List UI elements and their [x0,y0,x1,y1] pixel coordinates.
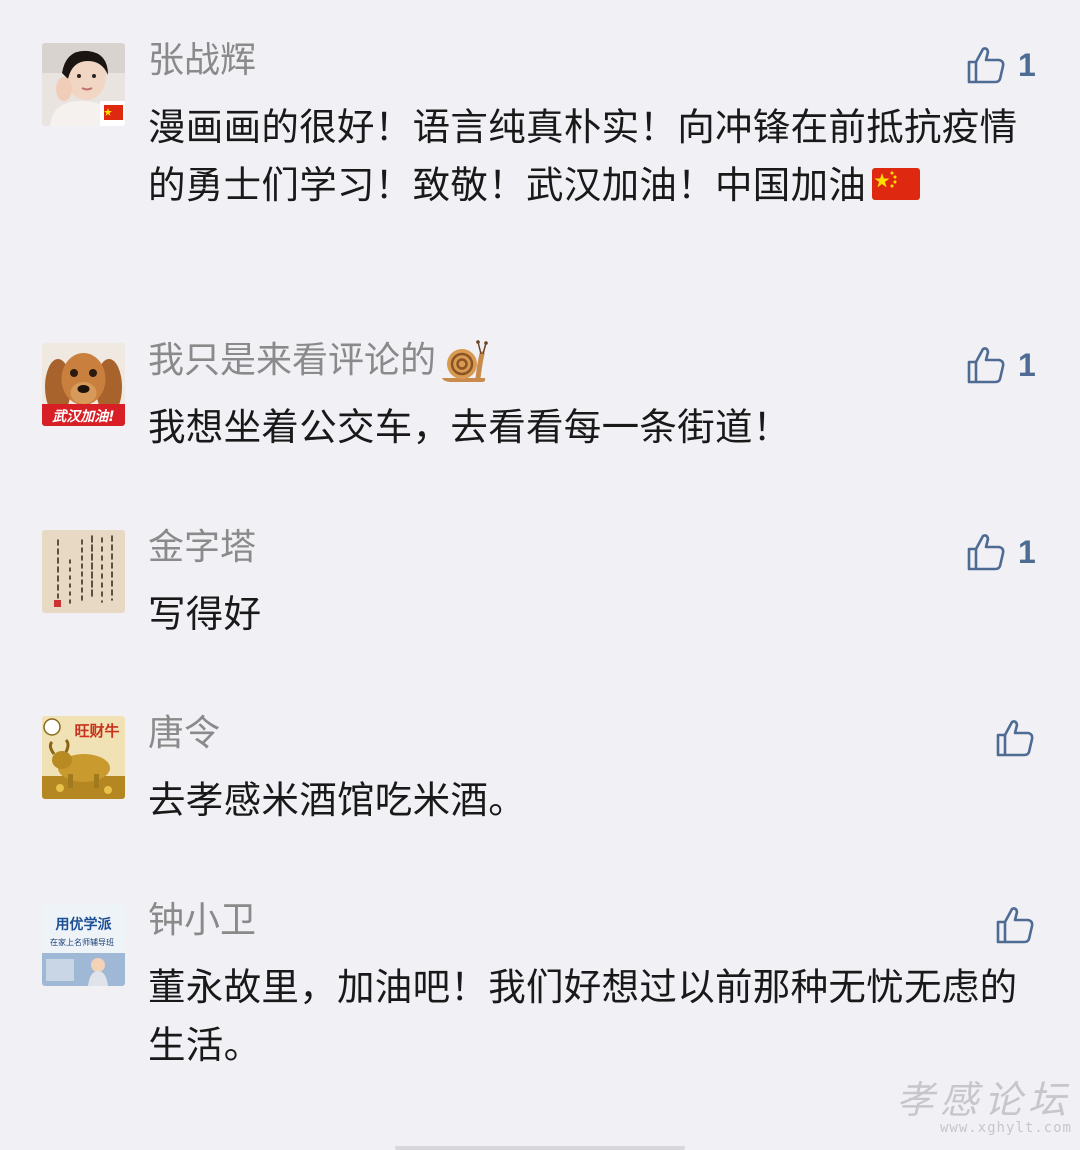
like-count: 1 [1018,533,1036,570]
watermark-url: www.xghylt.com [939,1120,1072,1136]
thumbs-up-icon [967,534,1005,571]
avatar[interactable]: 用优学派 在家上名师辅导班 [42,903,125,986]
avatar-sublabel: 在家上名师辅导班 [50,937,114,947]
thumbs-up-icon [967,47,1005,84]
golden-bull-avatar-icon: 旺财牛 [42,716,125,799]
thumbs-up-icon [996,720,1034,757]
like-button[interactable] [995,903,1047,947]
watermark-title: 孝感论坛 [895,1078,1072,1122]
education-ad-avatar-icon: 用优学派 在家上名师辅导班 [42,903,125,986]
avatar-label: 旺财牛 [74,722,119,740]
snail-emoji-icon [440,340,488,384]
comment-text: 我想坐着公交车，去看看每一条街道！ [148,405,791,449]
comments-page: 张战辉 1 漫画画的很好！语言纯真朴实！向冲锋在前抵抗疫情的勇士们学习！致敬！武… [0,0,1080,1150]
like-button[interactable] [995,716,1047,760]
thumbs-up-icon [967,347,1005,384]
comment-author[interactable]: 钟小卫 [148,899,256,943]
like-count: 1 [1018,46,1036,83]
person-avatar-icon [42,43,125,126]
comment-author-name: 我只是来看评论的 [148,340,437,381]
like-count: 1 [1018,346,1036,383]
china-flag-icon [872,168,921,200]
comment-author[interactable]: 张战辉 [148,39,256,83]
calligraphy-avatar-icon [42,530,125,613]
comment-text: 漫画画的很好！语言纯真朴实！向冲锋在前抵抗疫情的勇士们学习！致敬！武汉加油！中国… [148,99,1038,214]
comment-author[interactable]: 金字塔 [148,526,256,570]
avatar[interactable] [42,43,125,126]
like-button[interactable]: 1 [966,343,1036,387]
dog-avatar-icon: 武汉加油! [42,343,125,426]
scroll-indicator [395,1146,685,1150]
avatar-label: 用优学派 [56,916,113,933]
like-button[interactable]: 1 [966,530,1036,574]
avatar[interactable] [42,530,125,613]
avatar-label: 武汉加油! [52,408,114,425]
avatar[interactable]: 武汉加油! [42,343,125,426]
comment-text: 董永故里，加油吧！我们好想过以前那种无忧无虑的生活。 [148,965,1018,1067]
comment-author[interactable]: 我只是来看评论的 [148,339,488,384]
like-button[interactable]: 1 [966,43,1036,87]
thumbs-up-icon [996,907,1034,944]
avatar[interactable]: 旺财牛 [42,716,125,799]
watermark: 孝感论坛 www.xghylt.com [896,1080,1072,1136]
comment-text: 写得好 [148,592,262,636]
comment-author[interactable]: 唐令 [148,712,220,756]
comment-text: 去孝感米酒馆吃米酒。 [148,778,526,822]
